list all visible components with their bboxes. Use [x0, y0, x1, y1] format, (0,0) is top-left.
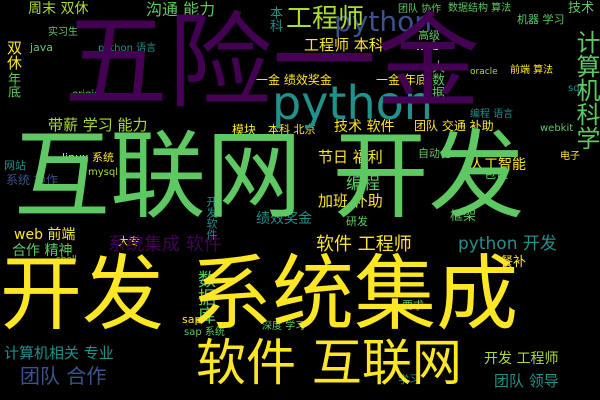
word-tuandui-lingdao: 团队 领导 — [494, 372, 559, 390]
word-qianduan-suanfa: 前端 算法 — [510, 65, 554, 76]
word-java: java — [30, 41, 54, 54]
word-wuxian-yijin: 五险一金 — [64, 1, 481, 123]
word-kaifa-gongchengshi-small: 开发 工程师 — [484, 351, 559, 367]
word-webkit: webkit — [540, 123, 574, 134]
word-ruanjian-hulianwang: 软件 互联网 — [196, 334, 462, 392]
word-jiqi-xuexi: 机器 学习 — [517, 13, 565, 26]
word-dianzi: 电子 — [560, 151, 580, 162]
word-kaifa-right: 技术 — [568, 1, 595, 16]
word-kaifa-xitong-jicheng: 开发 系统集成 — [0, 247, 519, 342]
word-tuandui-hezuo: 团队 合作 — [20, 364, 107, 388]
word-shuangxiu: 双休 — [5, 40, 23, 70]
word-hulianwang-kaifa: 互联网 开发 — [14, 120, 525, 232]
word-jisuanji-zhuanye: 计算机相关 专业 — [4, 344, 114, 362]
word-jisuanji-kexue: 计算机科学 — [572, 30, 600, 150]
word-cloud: java mysql web sql origin webkit oracle … — [0, 0, 600, 400]
word-nianzhong-left: 年底 — [5, 72, 20, 98]
